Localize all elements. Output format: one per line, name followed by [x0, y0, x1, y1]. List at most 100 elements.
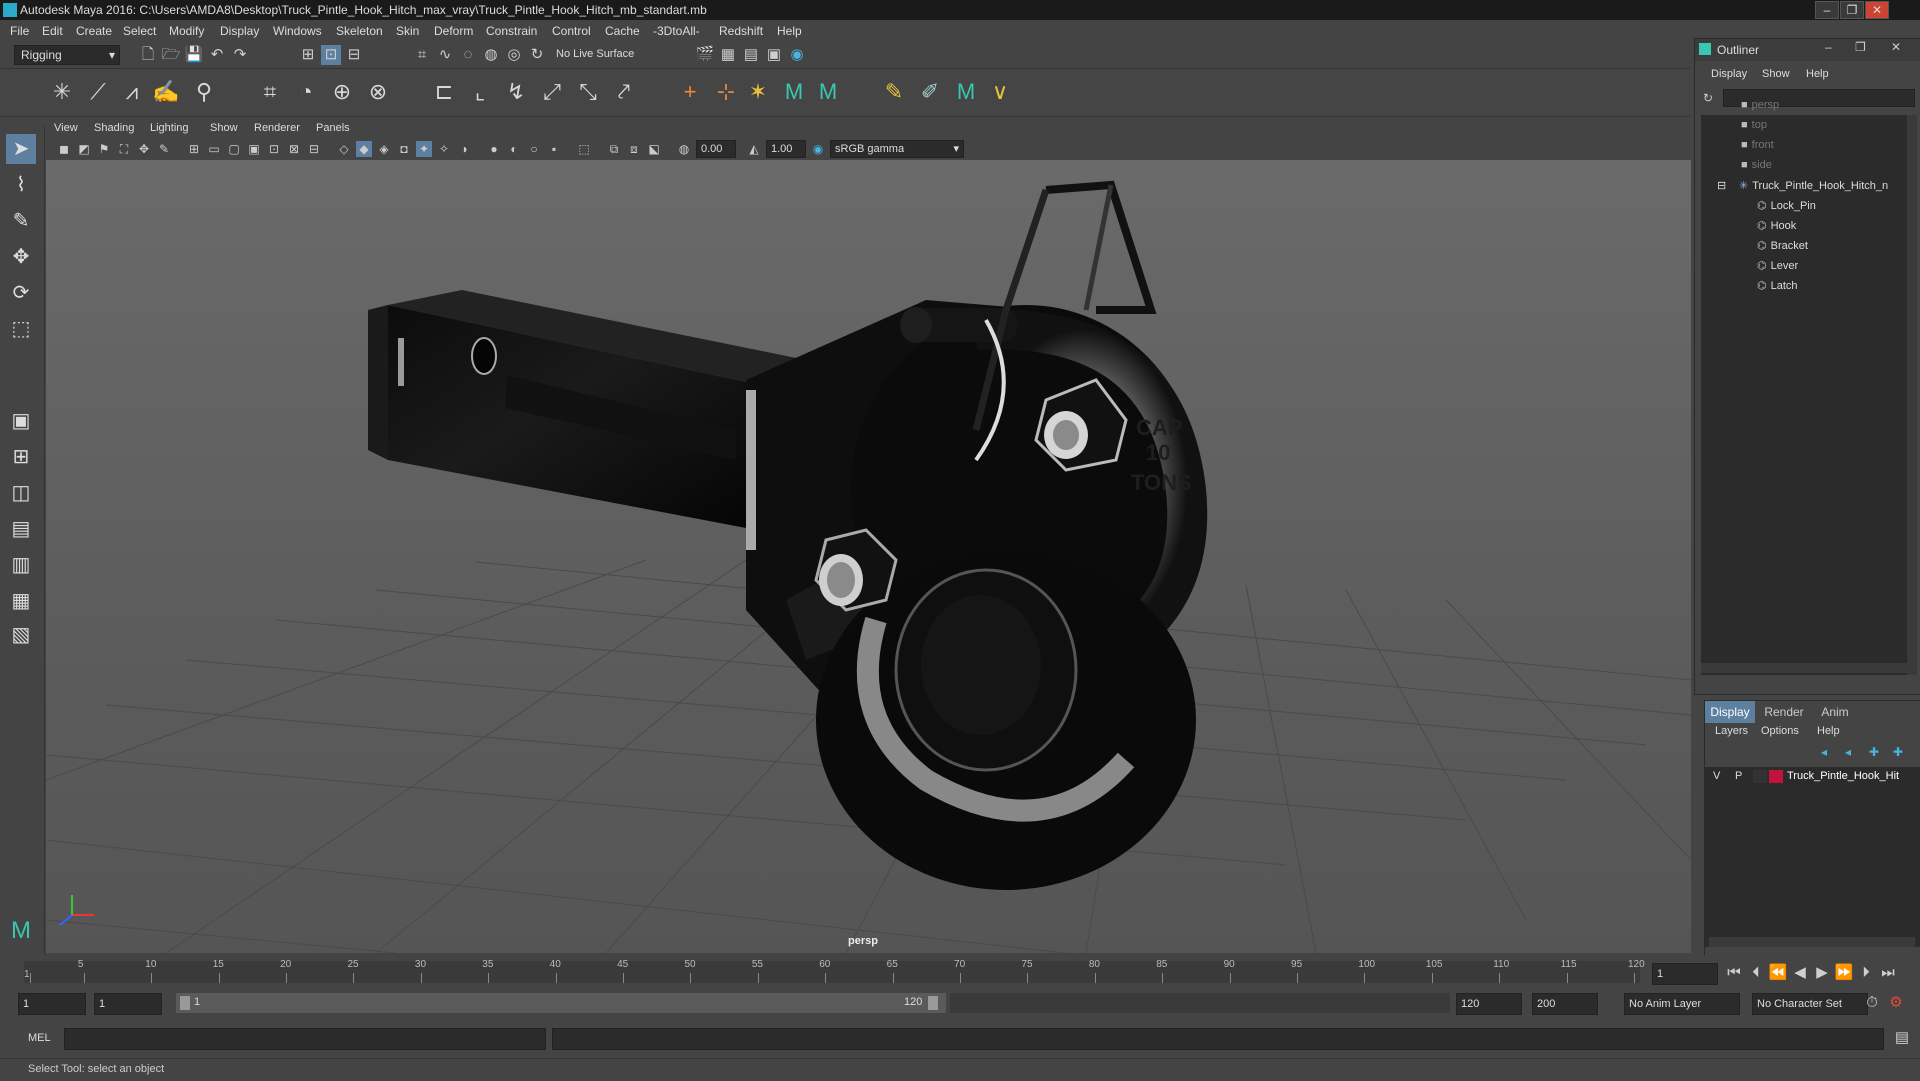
outliner-menu-help[interactable]: Help: [1806, 68, 1829, 80]
menu-set-dropdown[interactable]: Rigging ▾: [14, 45, 120, 65]
wireframe-on-shaded-icon[interactable]: ◈: [376, 141, 392, 157]
snap-curve-icon[interactable]: ∿: [435, 45, 455, 65]
ik-spline-icon[interactable]: ⩘: [118, 78, 146, 106]
textured-icon[interactable]: ◘: [396, 141, 412, 157]
restore-icon[interactable]: ❐: [1855, 40, 1866, 54]
outliner-item-lever[interactable]: ⌬ Lever: [1757, 259, 1798, 272]
redo-icon[interactable]: ↷: [230, 45, 250, 65]
snap-point-icon[interactable]: ◌: [458, 45, 478, 65]
move-layer-down-icon[interactable]: ◂: [1845, 745, 1851, 759]
current-frame-field[interactable]: 1: [1652, 963, 1718, 985]
xray-icon[interactable]: ⬚: [576, 141, 592, 157]
xray-active-icon[interactable]: ⧈: [626, 141, 642, 157]
go-to-end-icon[interactable]: ⏭: [1878, 963, 1898, 983]
layer-color-swatch[interactable]: [1769, 770, 1783, 783]
menu-display[interactable]: Display: [220, 24, 259, 38]
point-constraint-icon[interactable]: ⌞: [466, 78, 494, 106]
menu-windows[interactable]: Windows: [273, 24, 322, 38]
menu-skin[interactable]: Skin: [396, 24, 419, 38]
layer-menu-help[interactable]: Help: [1817, 725, 1840, 737]
menu-skeleton[interactable]: Skeleton: [336, 24, 383, 38]
orient-constraint-icon[interactable]: ↯: [502, 78, 530, 106]
outliner-item-truck-pintle-hook-hitch-n[interactable]: ✳ Truck_Pintle_Hook_Hitch_n ⊟: [1717, 179, 1888, 192]
select-hierarchy-icon[interactable]: ⊞: [298, 45, 318, 65]
snap-grid-icon[interactable]: ⌗: [412, 45, 432, 65]
tab-render[interactable]: Render: [1759, 701, 1809, 723]
render-settings-icon[interactable]: ▤: [741, 45, 761, 65]
image-plane-icon[interactable]: ⛶: [116, 141, 132, 157]
live-surface-label[interactable]: No Live Surface: [556, 48, 634, 60]
outliner-menu-display[interactable]: Display: [1711, 68, 1747, 80]
go-to-start-icon[interactable]: ⏮: [1724, 963, 1744, 983]
aim-constraint-icon[interactable]: ⤡: [574, 78, 602, 106]
outliner-scrollbar[interactable]: [1907, 115, 1917, 675]
menu-file[interactable]: File: [10, 24, 29, 38]
snap-rotate-icon[interactable]: ↻: [527, 45, 547, 65]
shadows-icon[interactable]: ✧: [436, 141, 452, 157]
range-start-handle[interactable]: [180, 996, 190, 1010]
film-gate-icon[interactable]: ▭: [206, 141, 222, 157]
cluster-handle-icon[interactable]: ⊹: [712, 78, 740, 106]
panel-menu-lighting[interactable]: Lighting: [150, 122, 189, 134]
menu-cache[interactable]: Cache: [605, 24, 640, 38]
menu-control[interactable]: Control: [552, 24, 591, 38]
grid-toggle-icon[interactable]: ⊞: [186, 141, 202, 157]
close-button[interactable]: ✕: [1865, 1, 1889, 19]
layer-menu-options[interactable]: Options: [1761, 725, 1799, 737]
ik-handle-icon[interactable]: ⟋: [84, 78, 112, 106]
locator-icon[interactable]: +: [676, 78, 704, 106]
script-editor-icon[interactable]: ▤: [1892, 1028, 1912, 1048]
xray-joints-icon[interactable]: ⧉: [606, 141, 622, 157]
gamma-field[interactable]: 1.00: [766, 140, 806, 158]
layer-playback[interactable]: P: [1735, 770, 1742, 782]
time-slider-track[interactable]: [24, 961, 1640, 983]
outliner-item-top[interactable]: ■ top: [1741, 119, 1767, 131]
panel-menu-show[interactable]: Show: [210, 122, 238, 134]
refresh-icon[interactable]: ↻: [1703, 91, 1717, 105]
layer-reference-toggle[interactable]: [1753, 770, 1767, 783]
wireframe-icon[interactable]: ◇: [336, 141, 352, 157]
layer-name[interactable]: Truck_Pintle_Hook_Hit: [1787, 770, 1899, 782]
outliner-item-latch[interactable]: ⌬ Latch: [1757, 279, 1798, 292]
menu-constrain[interactable]: Constrain: [486, 24, 537, 38]
backface-icon[interactable]: ⬕: [646, 141, 662, 157]
menu-redshift[interactable]: Redshift: [719, 24, 763, 38]
layer-h-scrollbar[interactable]: [1709, 937, 1915, 947]
layout-two-icon[interactable]: ◫: [6, 478, 36, 508]
outliner-item-bracket[interactable]: ⌬ Bracket: [1757, 239, 1808, 252]
paint-effects-icon[interactable]: ✎: [880, 78, 908, 106]
menu-create[interactable]: Create: [76, 24, 112, 38]
outliner-item-lock-pin[interactable]: ⌬ Lock_Pin: [1757, 199, 1816, 212]
lasso-tool-icon[interactable]: ⌇: [6, 170, 36, 200]
maya-tool-icon[interactable]: M: [780, 78, 808, 106]
play-backwards-icon[interactable]: ◀: [1790, 963, 1810, 983]
mel-input[interactable]: [64, 1028, 546, 1050]
play-forwards-icon[interactable]: ▶: [1812, 963, 1832, 983]
panel-menu-view[interactable]: View: [54, 122, 78, 134]
auto-key-icon[interactable]: ⏱: [1862, 993, 1882, 1013]
lattice-icon[interactable]: ⌗: [256, 78, 284, 106]
v-tool-icon[interactable]: ∨: [986, 78, 1014, 106]
paint-select-icon[interactable]: ✎: [6, 206, 36, 236]
field-chart-icon[interactable]: ⊡: [266, 141, 282, 157]
open-scene-icon[interactable]: 🗁: [161, 45, 181, 65]
wire-icon[interactable]: ⊗: [364, 78, 392, 106]
panel-menu-shading[interactable]: Shading: [94, 122, 134, 134]
range-slider[interactable]: 1 120: [176, 993, 946, 1013]
camera-select-icon[interactable]: ◼: [56, 141, 72, 157]
range-end-handle[interactable]: [928, 996, 938, 1010]
move-tool-icon[interactable]: ✥: [6, 242, 36, 272]
smooth-shade-icon[interactable]: ◆: [356, 141, 372, 157]
layer-visibility[interactable]: V: [1713, 770, 1720, 782]
playback-start-field[interactable]: 1: [94, 993, 162, 1015]
restore-button[interactable]: ❐: [1840, 1, 1864, 19]
menu-deform[interactable]: Deform: [434, 24, 473, 38]
outliner-item-persp[interactable]: ■ persp: [1741, 99, 1779, 111]
menu-select[interactable]: Select: [123, 24, 156, 38]
grease-pencil-icon[interactable]: ✎: [156, 141, 172, 157]
step-back-frame-icon[interactable]: ⏴: [1746, 963, 1766, 983]
mel-label[interactable]: MEL: [28, 1032, 51, 1044]
new-scene-icon[interactable]: 🗋: [138, 45, 158, 65]
viewport-3d[interactable]: CAP 10 TONS persp: [46, 160, 1691, 953]
anti-aliasing-icon[interactable]: ◐: [506, 141, 522, 157]
